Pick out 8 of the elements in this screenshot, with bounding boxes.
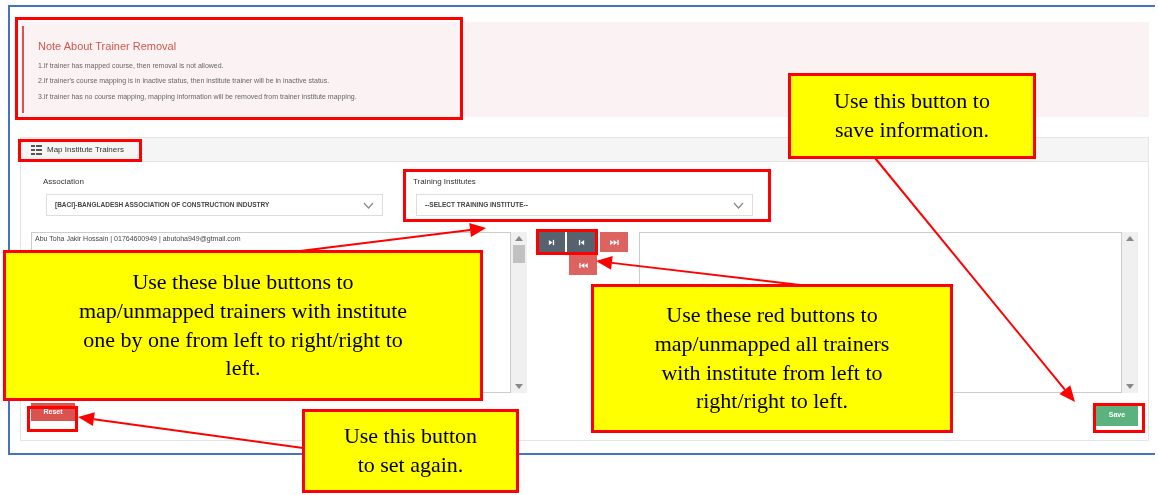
field-label: Training Institutes	[413, 176, 477, 188]
callout-tooltip: Use this button to set again.	[302, 409, 519, 493]
note-title: Note About Trainer Removal	[38, 39, 178, 54]
callout-tooltip: Use these red buttons to map/unmapped all trainers with institute from left to right/right to left.	[591, 284, 953, 433]
field-label: Association	[43, 176, 85, 188]
callout-tooltip: Use these blue buttons to map/unmapped trainers with institute one by one from left to right/right to left.	[3, 250, 483, 401]
section-title: Map Institute Trainers	[47, 143, 124, 156]
callout-tooltip: Use this button to save information.	[788, 73, 1036, 159]
